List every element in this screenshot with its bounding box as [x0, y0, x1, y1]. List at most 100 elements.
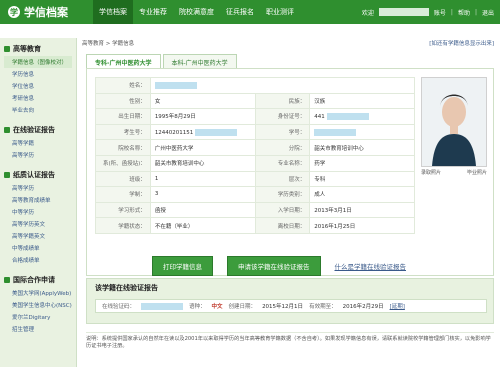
account-suffix: 账号 [433, 9, 446, 17]
sidebar-item-paper-3[interactable]: 中等学历 [4, 206, 72, 218]
sidebar-section-paper-report: 纸质认证报告 高等学历 高等教育成绩单 中等学历 高等学历英文 高等学籍英文 中… [0, 164, 76, 269]
value-school: 广州中医药大学 [149, 139, 256, 156]
sidebar-item-applyweb[interactable]: 美国大学网(ApplyWeb) [4, 287, 72, 299]
nav-tab-career[interactable]: 职业测评 [260, 0, 300, 24]
sidebar-item-paper-2[interactable]: 高等教育成绩单 [4, 194, 72, 206]
nav-tab-major[interactable]: 专业推荐 [133, 0, 173, 24]
main-nav: 学信档案 专业推荐 院校满意度 征兵报名 职业测评 [93, 0, 300, 24]
sidebar-item-digitary[interactable]: 爱尔兰Digitary [4, 311, 72, 323]
masked-student-id [314, 128, 357, 136]
sidebar-item-destination[interactable]: 毕业去向 [4, 104, 72, 116]
sidebar-item-xuewei[interactable]: 学位信息 [4, 80, 72, 92]
label-branch: 分院： [254, 139, 311, 156]
table-row: 出生日期： 1995年8月29日 身份证号： 441 [95, 108, 415, 125]
site-logo[interactable]: 学 学信档案 [0, 4, 93, 20]
value-leave-date: 2016年1月25日 [309, 217, 415, 234]
sidebar-item-paper-6[interactable]: 中等成绩单 [4, 242, 72, 254]
label-duration: 学制： [95, 186, 151, 203]
section-title: 高等教育 [4, 44, 72, 54]
code-label: 在线验证码： [102, 304, 136, 310]
sidebar-item-paper-4[interactable]: 高等学历英文 [4, 218, 72, 230]
sidebar-item-paper-1[interactable]: 高等学历 [4, 182, 72, 194]
value-ethnicity: 汉族 [309, 92, 415, 110]
apply-report-button[interactable]: 申请该学籍在线验证报告 [227, 256, 321, 276]
table-row: 考生号： 12440201151 学号： [95, 123, 415, 141]
table-row: 学制： 3 学历类别： 成人 [95, 186, 415, 203]
label-level: 层次： [254, 170, 311, 188]
report-title: 该学籍在线验证报告 [95, 284, 158, 292]
value-class: 1 [149, 170, 256, 188]
sidebar-item-paper-5[interactable]: 高等学籍英文 [4, 230, 72, 242]
section-icon [4, 172, 10, 178]
user-area: 欢迎 账号 | 帮助 | 退出 [362, 8, 500, 17]
welcome-text: 欢迎 [361, 9, 374, 17]
valid-value: 2016年2月29日 [342, 304, 384, 310]
sidebar-item-admission[interactable]: 招生管理 [4, 323, 72, 335]
section-icon [4, 46, 10, 52]
label-leave-date: 离校日期： [254, 217, 311, 234]
lang-label: 语种： [189, 304, 206, 310]
breadcrumb-right-link[interactable]: [如还有学籍信息显示出来] [429, 39, 494, 47]
portrait-icon [422, 78, 486, 166]
value-study-form: 函授 [149, 201, 256, 219]
nav-tab-xuexin[interactable]: 学信档案 [93, 0, 133, 24]
sidebar-item-paper-7[interactable]: 合格成绩单 [4, 254, 72, 266]
sidebar-item-online-xueli[interactable]: 高等学历 [4, 149, 72, 161]
sidebar-item-nsc[interactable]: 美国学生信息中心(NSC) [4, 299, 72, 311]
label-id-number: 身份证号： [254, 108, 311, 125]
sidebar-section-international: 国际合作申请 美国大学网(ApplyWeb) 美国学生信息中心(NSC) 爱尔兰… [0, 269, 76, 338]
valid-label: 有效期至： [309, 304, 337, 310]
nav-tab-conscription[interactable]: 征兵报名 [220, 0, 260, 24]
admission-photo-label[interactable]: 录取照片 [421, 169, 441, 176]
value-duration: 3 [149, 186, 256, 203]
action-buttons: 打印学籍信息 申请该学籍在线验证报告 什么是学籍在线验证报告 [152, 256, 406, 276]
sidebar-item-xueji[interactable]: 学籍信息（图像校对） [4, 56, 72, 68]
divider: | [450, 8, 453, 16]
extend-link[interactable]: [延期] [390, 302, 405, 310]
graduation-photo-label[interactable]: 毕业照片 [467, 169, 487, 176]
disclaimer-note: 说明：系统提供国家承认的自然年在读以及2001年以来取得学历的当年高等教育学籍数… [86, 332, 494, 349]
label-status: 学籍状态： [95, 217, 151, 234]
value-category: 成人 [309, 186, 415, 203]
label-birthdate: 出生日期： [95, 108, 151, 125]
masked-name [154, 81, 197, 89]
student-photo [421, 77, 487, 167]
created-value: 2015年12月1日 [262, 304, 304, 310]
sidebar-item-online-xueji[interactable]: 高等学籍 [4, 137, 72, 149]
label-class: 班级： [95, 170, 151, 188]
nav-tab-satisfaction[interactable]: 院校满意度 [173, 0, 220, 24]
table-row: 班级： 1 层次： 专科 [95, 170, 415, 188]
label-major: 专业名称： [254, 154, 311, 172]
sidebar: 高等教育 学籍信息（图像校对） 学历信息 学位信息 考研信息 毕业去向 在线验证… [0, 38, 77, 367]
label-name: 姓名： [95, 77, 151, 94]
logo-text: 学信档案 [24, 6, 68, 19]
divider: | [474, 8, 477, 16]
value-status: 不在籍（毕业） [149, 217, 256, 234]
breadcrumb: 高等教育 > 学籍信息 [如还有学籍信息显示出来] [82, 38, 494, 48]
sidebar-item-xueli[interactable]: 学历信息 [4, 68, 72, 80]
sidebar-section-higher-edu: 高等教育 学籍信息（图像校对） 学历信息 学位信息 考研信息 毕业去向 [0, 38, 76, 119]
label-category: 学历类别： [254, 186, 311, 203]
photo-captions: 录取照片 毕业照片 [421, 169, 487, 176]
top-nav-bar: 学 学信档案 学信档案 专业推荐 院校满意度 征兵报名 职业测评 欢迎 账号 |… [0, 0, 500, 24]
table-row: 学籍状态： 不在籍（毕业） 离校日期： 2016年1月25日 [95, 217, 415, 234]
help-link[interactable]: 帮助 [458, 8, 470, 17]
breadcrumb-text[interactable]: 高等教育 > 学籍信息 [82, 39, 134, 47]
section-icon [4, 127, 10, 133]
label-exam-number: 考生号： [95, 123, 151, 141]
label-department: 系(所、函授站)： [95, 154, 151, 172]
student-record-card: 姓名： 性别： 女 民族： 汉族 出生日期： 1995年8月29日 身份证号： … [86, 68, 494, 276]
table-row: 姓名： [95, 77, 416, 94]
value-branch: 韶关市教育培训中心 [309, 139, 415, 156]
sidebar-item-kaoyan[interactable]: 考研信息 [4, 92, 72, 104]
online-report-panel: 该学籍在线验证报告 在线验证码： 语种： 中文 创建日期： 2015年12月1日… [86, 278, 494, 324]
value-name [149, 77, 416, 94]
print-record-button[interactable]: 打印学籍信息 [152, 256, 213, 276]
label-school: 院校名称： [95, 139, 151, 156]
table-row: 院校名称： 广州中医药大学 分院： 韶关市教育培训中心 [95, 139, 415, 156]
what-is-report-link[interactable]: 什么是学籍在线验证报告 [335, 261, 407, 271]
value-department: 韶关市教育培训中心 [149, 154, 256, 172]
label-gender: 性别： [95, 92, 151, 110]
logout-link[interactable]: 退出 [482, 8, 494, 17]
value-birthdate: 1995年8月29日 [149, 108, 256, 125]
